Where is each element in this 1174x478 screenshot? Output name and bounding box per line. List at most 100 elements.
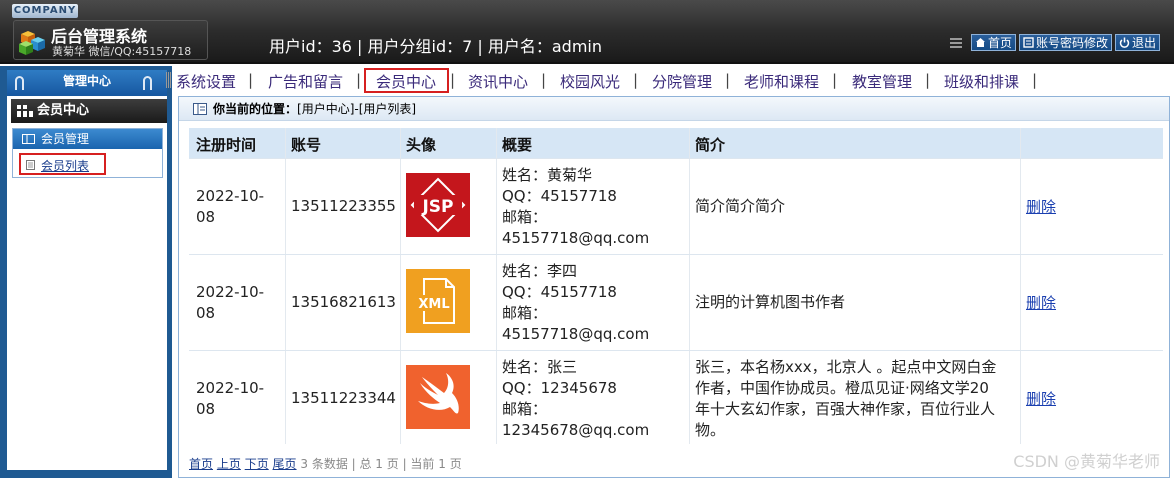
column-header-summary: 概要 — [502, 136, 533, 154]
account-card-icon — [1023, 37, 1034, 48]
tab-system-settings[interactable]: 系统设置 — [176, 71, 236, 92]
summary-email-label: 邮箱： — [502, 208, 548, 226]
nav-grip-icon — [166, 72, 171, 88]
user-info: 用户id：36 | 用户分组id：7 | 用户名：admin — [269, 37, 603, 56]
logo-box: 后台管理系统 黄菊华 微信/QQ:45157718 — [13, 20, 208, 60]
prev-page-link[interactable]: 上页 — [217, 457, 241, 471]
summary-email: 45157718@qq.com — [502, 229, 650, 247]
reg-time-line: 08 — [196, 400, 216, 418]
grid-icon — [17, 105, 33, 117]
intro-line: 年十大玄幻作家，百强大神作家，百位行业人 — [695, 400, 996, 418]
avatar-text: XML — [418, 297, 449, 312]
pagination-summary: 3 条数据 | 总 1 页 | 当前 1 页 — [300, 457, 462, 471]
first-page-link[interactable]: 首页 — [189, 457, 213, 471]
nav-separator: | — [248, 71, 254, 89]
summary-cell: 姓名：黄菊华 QQ：45157718 邮箱： 45157718@qq.com — [502, 165, 649, 249]
sidebar: 管理中心 会员中心 会员管理 会员列表 — [0, 66, 172, 478]
home-icon — [975, 38, 985, 47]
summary-name: 姓名：李四 — [502, 262, 578, 280]
summary-cell: 姓名：李四 QQ：45157718 邮箱： 45157718@qq.com — [502, 261, 649, 345]
power-icon — [1119, 37, 1130, 48]
list-panel-icon — [193, 103, 207, 115]
member-list-link[interactable]: 会员列表 — [41, 157, 89, 174]
hook-icon — [143, 76, 152, 90]
summary-qq: QQ：12345678 — [502, 379, 617, 397]
logout-label: 退出 — [1131, 36, 1156, 50]
avatar-text: JSP — [421, 197, 453, 217]
tab-ads-messages[interactable]: 广告和留言 — [268, 71, 343, 92]
home-label: 首页 — [987, 36, 1012, 50]
tab-branch-mgmt[interactable]: 分院管理 — [652, 71, 712, 92]
change-password-button[interactable]: 账号密码修改 — [1018, 34, 1112, 51]
home-button[interactable]: 首页 — [970, 34, 1016, 51]
intro-line: 作者，中国作协成员。橙瓜见证·网络文学20 — [695, 379, 989, 397]
nav-separator: | — [925, 71, 931, 89]
tab-classroom-mgmt[interactable]: 教室管理 — [852, 71, 912, 92]
summary-qq: QQ：45157718 — [502, 187, 617, 205]
top-header: COMPANY 后台管理系统 黄菊华 微信/QQ:45157718 用户id：3… — [0, 0, 1174, 64]
panel-title-label: 管理中心 — [62, 74, 111, 88]
top-actions: 首页 账号密码修改 退出 — [949, 34, 1160, 51]
delete-link[interactable]: 删除 — [1026, 196, 1056, 217]
tab-class-schedule[interactable]: 班级和排课 — [944, 71, 1019, 92]
column-header-intro: 简介 — [695, 136, 726, 154]
reg-time-line: 2022-10- — [196, 379, 265, 397]
intro-cell: 注明的计算机图书作者 — [695, 293, 846, 311]
account-cell: 13511223355 — [291, 197, 396, 215]
delete-link[interactable]: 删除 — [1026, 292, 1056, 313]
intro-line: 张三，本名杨xxx，北京人 。起点中文网白金 — [695, 358, 997, 376]
reg-time-cell: 2022-10- 08 — [196, 282, 264, 324]
hook-icon — [15, 76, 24, 90]
logout-button[interactable]: 退出 — [1114, 34, 1160, 51]
tab-teachers-courses[interactable]: 老师和课程 — [744, 71, 819, 92]
reg-time-line: 08 — [196, 208, 216, 226]
nav-separator: | — [633, 71, 639, 89]
sidebar-group-member-mgmt: 会员管理 会员列表 — [12, 128, 163, 178]
sidebar-section-member-center[interactable]: 会员中心 — [11, 99, 167, 123]
reg-time-line: 2022-10- — [196, 283, 265, 301]
breadcrumb: 你当前的位置：[用户中心]-[用户列表] — [179, 97, 1169, 121]
list-panel-icon — [22, 134, 35, 144]
summary-email-label: 邮箱： — [502, 400, 548, 418]
last-page-link[interactable]: 尾页 — [273, 457, 297, 471]
summary-email-label: 邮箱： — [502, 304, 548, 322]
summary-email: 45157718@qq.com — [502, 325, 650, 343]
tab-member-center[interactable]: 会员中心 — [376, 71, 436, 92]
summary-qq: QQ：45157718 — [502, 283, 617, 301]
system-subtitle: 黄菊华 微信/QQ:45157718 — [52, 45, 192, 58]
tab-campus-scenery[interactable]: 校园风光 — [560, 71, 620, 92]
next-page-link[interactable]: 下页 — [245, 457, 269, 471]
sidebar-panel-title: 管理中心 — [7, 70, 167, 96]
nav-separator: | — [725, 71, 731, 89]
change-password-label: 账号密码修改 — [1035, 36, 1108, 50]
section-label: 会员中心 — [37, 103, 90, 118]
company-badge: COMPANY — [12, 4, 78, 18]
reg-time-cell: 2022-10- 08 — [196, 186, 264, 228]
main-panel: 你当前的位置：[用户中心]-[用户列表] 注册时间 账号 头像 概要 简介 20… — [178, 96, 1170, 478]
summary-cell: 姓名：张三 QQ：12345678 邮箱： 12345678@qq.com — [502, 357, 649, 441]
delete-link[interactable]: 删除 — [1026, 388, 1056, 409]
group-header[interactable]: 会员管理 — [13, 129, 162, 149]
table-header: 注册时间 账号 头像 概要 简介 — [189, 128, 1163, 158]
breadcrumb-label: 你当前的位置： — [213, 102, 298, 116]
intro-line: 物。 — [695, 421, 726, 439]
column-header-reg-time: 注册时间 — [196, 136, 257, 154]
intro-cell: 简介简介简介 — [695, 197, 786, 215]
intro-cell: 张三，本名杨xxx，北京人 。起点中文网白金 作者，中国作协成员。橙瓜见证·网络… — [695, 357, 996, 441]
sidebar-panel: 管理中心 会员中心 会员管理 会员列表 — [7, 70, 167, 470]
summary-email: 12345678@qq.com — [502, 421, 650, 439]
nav-separator: | — [832, 71, 838, 89]
account-cell: 13511223344 — [291, 389, 396, 407]
nav-separator: | — [450, 71, 456, 89]
table-row: 2022-10- 08 13511223344 姓名：张三 QQ：1234567… — [189, 350, 1163, 446]
pagination: 首页 上页 下页 尾页 3 条数据 | 总 1 页 | 当前 1 页 — [189, 455, 462, 472]
group-header-label: 会员管理 — [41, 132, 90, 146]
nav-separator: | — [541, 71, 547, 89]
nav-separator: | — [356, 71, 362, 89]
nav-separator: | — [1032, 71, 1038, 89]
tab-news-center[interactable]: 资讯中心 — [468, 71, 528, 92]
breadcrumb-path: [用户中心]-[用户列表] — [297, 102, 417, 116]
swift-avatar-icon — [406, 365, 470, 429]
sidebar-item-member-list[interactable]: 会员列表 — [19, 153, 106, 175]
reg-time-line: 08 — [196, 304, 216, 322]
